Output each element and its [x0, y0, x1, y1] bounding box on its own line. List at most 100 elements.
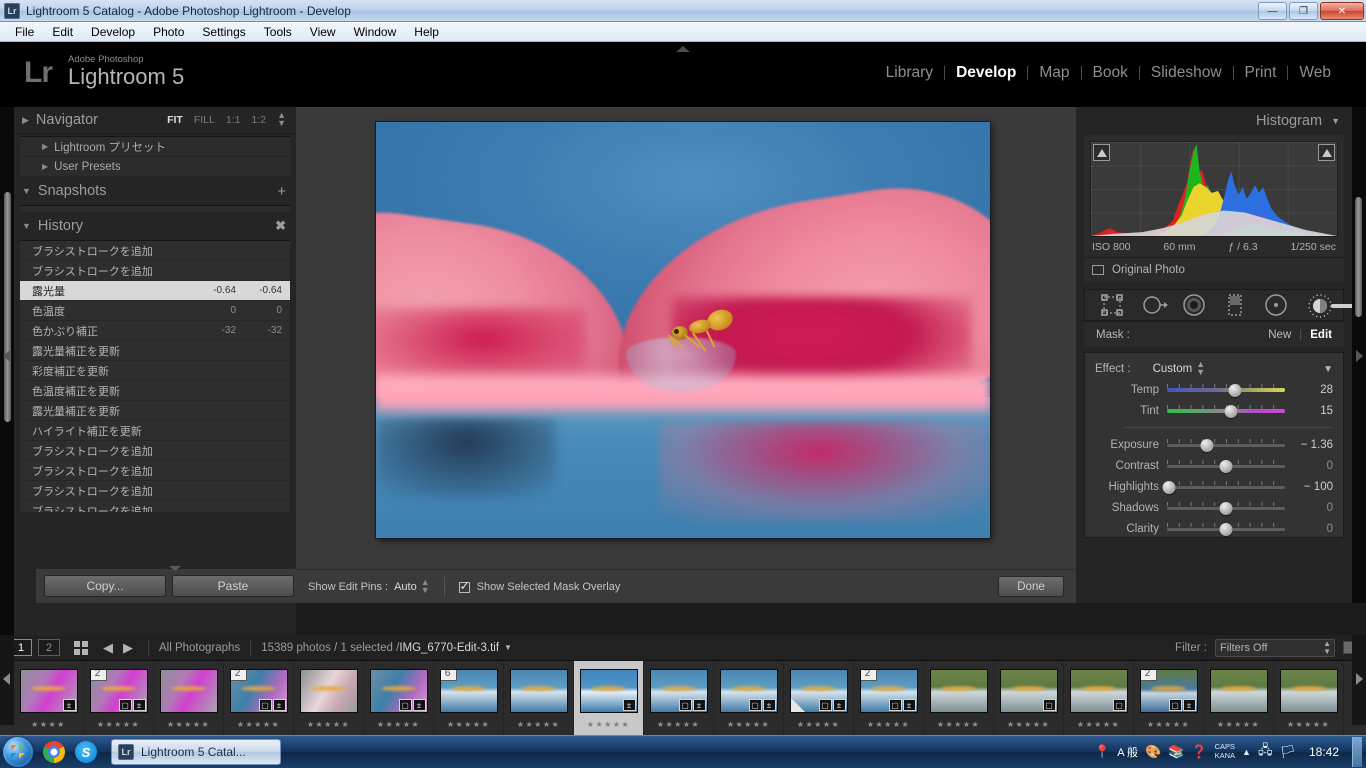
- left-panel-collapse-arrow-icon[interactable]: [3, 350, 10, 362]
- thumbnail-image[interactable]: ▢: [999, 669, 1058, 713]
- slider-value[interactable]: 0: [1285, 460, 1333, 472]
- adjustment-brush-tool-icon[interactable]: [1305, 293, 1366, 318]
- thumbnail-rating[interactable]: ★★★★★: [937, 720, 980, 729]
- history-item[interactable]: ブラシストロークを追加: [20, 441, 290, 461]
- slider-track[interactable]: [1167, 459, 1285, 473]
- thumbnail-rating[interactable]: ★★★★★: [1147, 720, 1190, 729]
- spot-removal-tool-icon[interactable]: [1141, 293, 1168, 317]
- chrome-icon[interactable]: [43, 741, 65, 763]
- effect-value[interactable]: Custom: [1153, 363, 1193, 375]
- menu-develop[interactable]: Develop: [82, 23, 144, 41]
- slider-track[interactable]: [1167, 404, 1285, 418]
- history-item[interactable]: ハイライト補正を更新: [20, 421, 290, 441]
- history-item[interactable]: ブラシストロークを追加: [20, 461, 290, 481]
- thumbnail-image[interactable]: [299, 669, 358, 713]
- show-edit-pins-value[interactable]: Auto: [394, 581, 417, 593]
- module-print[interactable]: Print: [1234, 64, 1288, 82]
- thumbnail-rating[interactable]: ★★★★★: [237, 720, 280, 729]
- filmstrip-right-edge[interactable]: [1352, 635, 1366, 725]
- menu-file[interactable]: File: [6, 23, 43, 41]
- stepper-icon[interactable]: ▲ ▼: [277, 111, 286, 128]
- history-item[interactable]: 色温度補正を更新: [20, 381, 290, 401]
- graduated-filter-tool-icon[interactable]: [1223, 293, 1247, 317]
- thumbnail-image[interactable]: [929, 669, 988, 713]
- slider-value[interactable]: − 100: [1285, 481, 1333, 493]
- start-button-icon[interactable]: [3, 737, 33, 767]
- history-header[interactable]: ▼ History ✖: [14, 212, 296, 240]
- thumbnail-image[interactable]: [1209, 669, 1268, 713]
- thumbnail-rating[interactable]: ★★★★★: [1077, 720, 1120, 729]
- tray-ime-dictionary-icon[interactable]: 📚: [1168, 744, 1184, 760]
- right-panel-collapse-arrow-icon[interactable]: [1356, 350, 1363, 362]
- history-item[interactable]: ブラシストロークを追加: [20, 261, 290, 281]
- tray-ime-mode[interactable]: A 般: [1117, 744, 1138, 760]
- restore-button[interactable]: ❐: [1289, 2, 1318, 20]
- slider-value[interactable]: 0: [1285, 523, 1333, 535]
- view-screen-2-button[interactable]: 2: [38, 639, 60, 656]
- left-panel-bottom-collapse-icon[interactable]: [169, 566, 181, 571]
- radial-filter-tool-icon[interactable]: [1264, 293, 1288, 317]
- taskbar-lightroom-button[interactable]: Lr Lightroom 5 Catal...: [111, 739, 281, 765]
- thumbnail-image[interactable]: ▢: [1069, 669, 1128, 713]
- module-library[interactable]: Library: [875, 64, 944, 82]
- slider-shadows[interactable]: Shadows 0: [1095, 497, 1333, 518]
- thumbnail-rating[interactable]: ★★★★★: [1217, 720, 1260, 729]
- module-develop[interactable]: Develop: [945, 64, 1027, 82]
- thumbnail-image[interactable]: ±: [19, 669, 78, 713]
- thumbnail-image[interactable]: [1279, 669, 1338, 713]
- right-panel-scrollbar[interactable]: [1355, 197, 1362, 317]
- history-item[interactable]: ブラシストロークを追加: [20, 481, 290, 501]
- thumbnail-rating[interactable]: ★★★★★: [517, 720, 560, 729]
- slider-value[interactable]: 28: [1285, 384, 1333, 396]
- stepper-icon[interactable]: ▲ ▼: [1196, 360, 1205, 377]
- thumbnail-image[interactable]: 6: [439, 669, 498, 713]
- filter-select[interactable]: Filters Off ▲ ▼: [1215, 638, 1335, 657]
- add-snapshot-icon[interactable]: +: [277, 183, 286, 200]
- history-item[interactable]: 露光量補正を更新: [20, 401, 290, 421]
- crop-overlay-tool-icon[interactable]: [1100, 293, 1124, 317]
- chevron-down-icon[interactable]: ▼: [1331, 116, 1340, 126]
- slider-knob[interactable]: [1228, 383, 1242, 397]
- menu-help[interactable]: Help: [405, 23, 448, 41]
- slider-exposure[interactable]: Exposure − 1.36: [1095, 434, 1333, 455]
- thumbnail-rating[interactable]: ★★★★: [31, 720, 66, 729]
- menu-edit[interactable]: Edit: [43, 23, 82, 41]
- slider-track[interactable]: [1162, 480, 1285, 494]
- thumbnail-rating[interactable]: ★★★★★: [97, 720, 140, 729]
- slider-knob[interactable]: [1200, 438, 1214, 452]
- tray-network-icon[interactable]: 🖧: [1258, 741, 1273, 763]
- history-item[interactable]: 露光量補正を更新: [20, 341, 290, 361]
- module-slideshow[interactable]: Slideshow: [1140, 64, 1233, 82]
- thumbnail-image[interactable]: [509, 669, 568, 713]
- zoom-1-2[interactable]: 1:2: [251, 114, 266, 126]
- thumbnail-rating[interactable]: ★★★★★: [587, 720, 630, 729]
- thumbnail-rating[interactable]: ★★★★★: [307, 720, 350, 729]
- thumbnail-image[interactable]: 2 ▢ ±: [89, 669, 148, 713]
- thumbnail-rating[interactable]: ★★★★★: [1007, 720, 1050, 729]
- slider-temp[interactable]: Temp 28: [1095, 379, 1333, 400]
- zoom-1-1[interactable]: 1:1: [226, 114, 241, 126]
- slider-track[interactable]: [1167, 522, 1285, 536]
- thumbnail-stack-badge[interactable]: 2: [1140, 670, 1157, 681]
- slider-tint[interactable]: Tint 15: [1095, 400, 1333, 421]
- history-item[interactable]: 彩度補正を更新: [20, 361, 290, 381]
- right-panel-edge[interactable]: [1352, 107, 1366, 635]
- slider-knob[interactable]: [1219, 522, 1233, 536]
- left-panel-scrollbar[interactable]: [4, 192, 11, 422]
- slider-value[interactable]: 15: [1285, 405, 1333, 417]
- history-item[interactable]: 色温度 0 0: [20, 301, 290, 321]
- menu-view[interactable]: View: [301, 23, 345, 41]
- module-book[interactable]: Book: [1082, 64, 1139, 82]
- mask-new-button[interactable]: New: [1268, 329, 1291, 341]
- thumbnail-stack-badge[interactable]: 2: [230, 670, 247, 681]
- thumbnail-rating[interactable]: ★★★★★: [657, 720, 700, 729]
- menu-tools[interactable]: Tools: [255, 23, 301, 41]
- slider-track[interactable]: [1167, 383, 1285, 397]
- navigator-header[interactable]: ▶ Navigator FIT FILL 1:1 1:2 ▲ ▼: [14, 107, 296, 134]
- history-item[interactable]: ブラシストロークを追加: [20, 241, 290, 261]
- thumbnail-rating[interactable]: ★★★★★: [377, 720, 420, 729]
- tray-pin-icon[interactable]: 📍: [1094, 744, 1110, 760]
- thumbnail-image[interactable]: 2 ▢ ±: [859, 669, 918, 713]
- zoom-fit[interactable]: FIT: [167, 114, 183, 126]
- tray-clock[interactable]: 18:42: [1309, 745, 1339, 759]
